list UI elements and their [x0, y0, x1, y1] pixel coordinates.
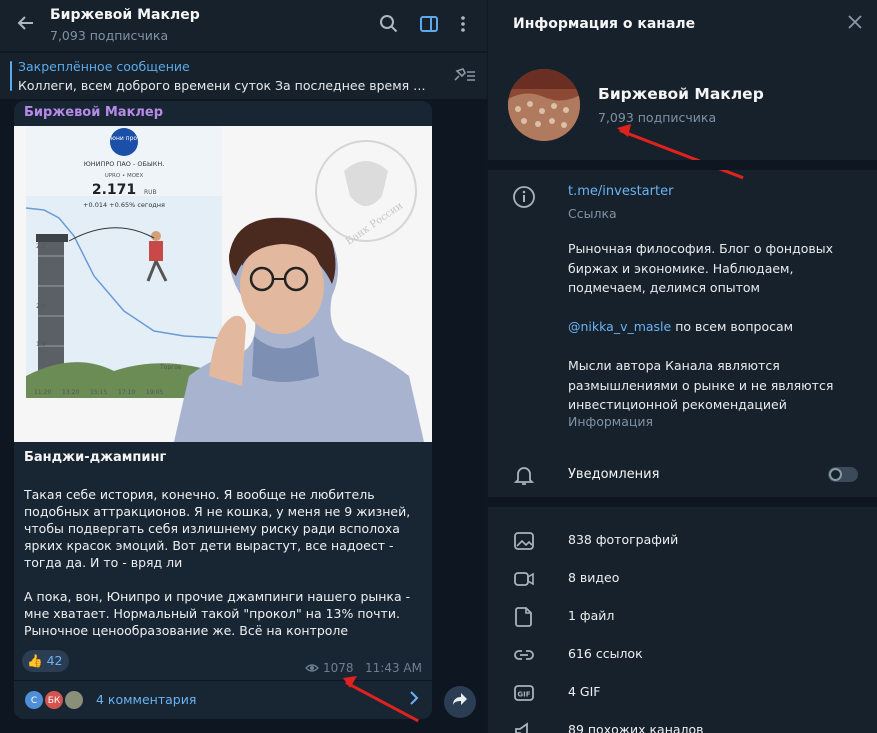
svg-text:GIF: GIF	[517, 691, 530, 699]
eye-icon	[305, 661, 323, 675]
media-row-similar-channels[interactable]: 89 похожих каналов	[488, 712, 877, 733]
ticker-code: UPRO • MOEX	[105, 173, 144, 179]
gif-icon: GIF	[512, 681, 536, 705]
notifications-toggle[interactable]	[828, 467, 858, 482]
media-label: 838 фотографий	[568, 532, 679, 547]
media-label: 8 видео	[568, 570, 620, 585]
channel-post: Биржевой Маклер юни про ЮНИПРО ПАО - ОБЫ…	[14, 101, 432, 719]
photo-icon	[512, 529, 536, 553]
back-arrow-icon[interactable]	[12, 12, 40, 40]
media-row-gifs[interactable]: GIF 4 GIF	[488, 674, 877, 712]
pinned-indicator	[10, 61, 12, 91]
toggle-knob	[829, 468, 842, 481]
channel-name: Биржевой Маклер	[598, 85, 764, 103]
post-author[interactable]: Биржевой Маклер	[24, 105, 163, 120]
svg-text:Торгов: Торгов	[159, 364, 182, 371]
ticker-change: +0.014 +0.65% сегодня	[83, 201, 165, 209]
svg-text:15:15: 15:15	[90, 389, 107, 396]
comments-button[interactable]: С БК 4 комментария	[14, 681, 432, 719]
channel-info-pane: Информация о канале Биржевой Маклер 7,09…	[487, 0, 877, 733]
chat-pane: Биржевой Маклер 7,093 подписчика Закрепл…	[0, 0, 487, 733]
telegram-window: Биржевой Маклер 7,093 подписчика Закрепл…	[0, 0, 877, 733]
sidebar-toggle-icon[interactable]	[417, 14, 441, 38]
chat-header: Биржевой Маклер 7,093 подписчика	[0, 0, 487, 52]
svg-text:1.9: 1.9	[36, 341, 46, 348]
media-row-files[interactable]: 1 файл	[488, 598, 877, 636]
notifications-label: Уведомления	[568, 467, 660, 482]
svg-text:11:20: 11:20	[34, 389, 51, 396]
more-menu-icon[interactable]	[451, 14, 475, 38]
channel-avatar[interactable]	[508, 69, 580, 141]
svg-text:2.0: 2.0	[36, 303, 46, 310]
svg-text:13:20: 13:20	[62, 389, 79, 396]
pinned-text: Коллеги, всем доброго времени суток За п…	[18, 78, 426, 93]
media-label: 1 файл	[568, 608, 615, 623]
close-icon[interactable]	[847, 14, 863, 35]
svg-text:2.2: 2.2	[36, 243, 46, 250]
info-title: Информация о канале	[513, 16, 696, 32]
channel-description: Рыночная философия. Блог о фондовых бирж…	[568, 239, 858, 434]
post-time: 11:43 AM	[365, 661, 422, 675]
media-label: 616 ссылок	[568, 646, 643, 661]
media-row-links[interactable]: 616 ссылок	[488, 636, 877, 674]
annotation-arrowhead	[617, 124, 631, 137]
svg-text:19:05: 19:05	[146, 389, 163, 396]
chevron-right-icon	[408, 690, 420, 710]
similar-channels-icon	[512, 719, 536, 733]
pinned-title: Закреплённое сообщение	[18, 59, 190, 74]
search-icon[interactable]	[377, 14, 401, 38]
thumbs-up-icon: 👍	[27, 653, 43, 668]
link-icon	[512, 643, 536, 667]
pinned-message-bar[interactable]: Закреплённое сообщение Коллеги, всем доб…	[0, 53, 487, 99]
reaction-count: 42	[46, 653, 63, 668]
commenter-avatar: С	[24, 690, 44, 710]
mention-link[interactable]: @nikka_v_masle	[568, 319, 671, 334]
post-heading: Банджи-джампинг	[24, 450, 167, 465]
media-label: 4 GIF	[568, 684, 601, 699]
media-label: 89 похожих каналов	[568, 722, 704, 733]
view-count: 1078	[323, 661, 354, 675]
svg-text:юни про: юни про	[111, 135, 138, 142]
annotation-arrow	[619, 129, 744, 179]
video-icon	[512, 567, 536, 591]
section-divider	[488, 497, 877, 507]
file-icon	[512, 605, 536, 629]
post-image[interactable]: юни про ЮНИПРО ПАО - ОБЫКН. UPRO • MOEX …	[14, 126, 432, 442]
post-body: Такая себе история, конечно. Я вообще не…	[24, 486, 424, 656]
bell-icon	[512, 463, 536, 487]
annotation-arrowhead	[343, 676, 357, 688]
comments-label: 4 комментария	[96, 692, 197, 707]
ticker-currency: RUB	[144, 189, 157, 196]
chat-subscribers: 7,093 подписчика	[50, 28, 169, 43]
description-paragraph: Рыночная философия. Блог о фондовых бирж…	[568, 241, 833, 295]
chat-title[interactable]: Биржевой Маклер	[50, 7, 200, 23]
channel-link[interactable]: t.me/investarter	[568, 184, 673, 199]
section-divider	[488, 160, 877, 170]
description-paragraph: @nikka_v_masle по всем вопросам	[568, 319, 794, 334]
share-button[interactable]	[444, 686, 476, 718]
link-caption: Ссылка	[568, 206, 617, 221]
post-meta: 1078 11:43 AM	[305, 661, 422, 675]
reaction-chip[interactable]: 👍 42	[22, 650, 69, 672]
post-paragraph: А пока, вон, Юнипро и прочие джампинги н…	[24, 589, 411, 638]
ticker-name: ЮНИПРО ПАО - ОБЫКН.	[84, 160, 165, 168]
ticker-price: 2.171	[92, 182, 136, 198]
info-icon	[512, 185, 536, 209]
commenter-avatar: БК	[44, 690, 64, 710]
description-caption: Информация	[568, 414, 654, 429]
svg-text:17:10: 17:10	[118, 389, 135, 396]
description-paragraph: Мысли автора Канала являются размышления…	[568, 358, 834, 412]
media-row-videos[interactable]: 8 видео	[488, 560, 877, 598]
uniprologo-icon	[110, 128, 138, 156]
post-paragraph: Такая себе история, конечно. Я вообще не…	[24, 487, 411, 570]
commenter-avatar	[64, 690, 84, 710]
pinned-list-icon[interactable]	[451, 65, 477, 87]
media-row-photos[interactable]: 838 фотографий	[488, 522, 877, 560]
